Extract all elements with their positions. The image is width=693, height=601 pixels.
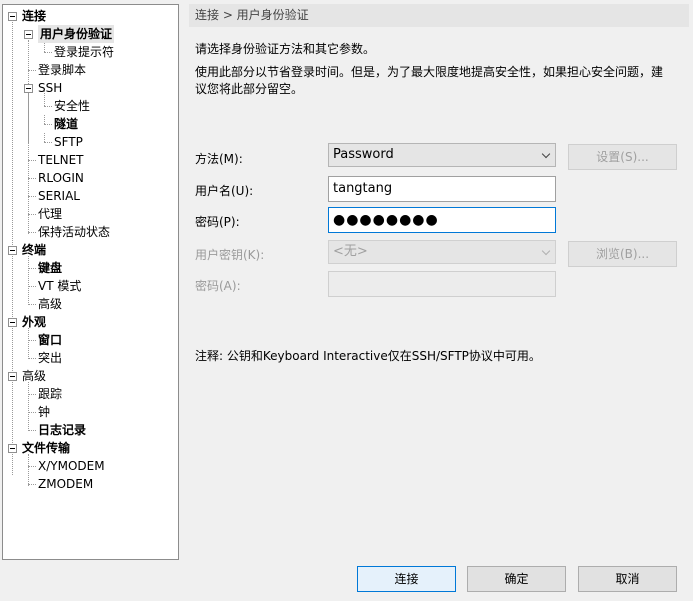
username-label: 用户名(U): xyxy=(195,184,254,198)
method-label: 方法(M): xyxy=(195,152,243,166)
breadcrumb: 连接 > 用户身份验证 xyxy=(189,4,689,27)
passphrase-label: 密码(A): xyxy=(195,279,241,293)
collapse-icon[interactable] xyxy=(24,84,33,93)
tree-item-label: 终端 xyxy=(22,243,47,257)
tree-item-label: SSH xyxy=(38,81,63,95)
tree-item-label: SFTP xyxy=(54,135,83,149)
collapse-icon[interactable] xyxy=(8,444,17,453)
tree-item-label: 高级 xyxy=(38,297,63,311)
tree-item-label: 外观 xyxy=(22,315,47,329)
tree-item-label: 登录脚本 xyxy=(38,63,87,77)
tree-item-label: SERIAL xyxy=(38,189,80,203)
tree-line xyxy=(28,382,29,431)
tree-line xyxy=(28,454,29,486)
collapse-icon[interactable] xyxy=(24,30,33,39)
tree-item-label: 键盘 xyxy=(38,261,63,275)
note-text: 注释: 公钥和Keyboard Interactive仅在SSH/SFTP协议中… xyxy=(195,349,541,363)
tree-item-label: 代理 xyxy=(38,207,63,221)
userkey-label: 用户密钥(K): xyxy=(195,248,265,262)
browse-button[interactable]: 浏览(B)... xyxy=(568,241,677,267)
username-field[interactable]: tangtang xyxy=(328,176,556,202)
description-line-1: 请选择身份验证方法和其它参数。 xyxy=(195,42,376,56)
chevron-down-icon xyxy=(541,149,551,159)
ok-button[interactable]: 确定 xyxy=(467,566,566,592)
tree-item-label: 连接 xyxy=(22,9,47,23)
tree-item-label: 隧道 xyxy=(54,117,79,131)
collapse-icon[interactable] xyxy=(8,318,17,327)
tree-item-label: ZMODEM xyxy=(38,477,94,491)
description-line-3: 议您将此部分留空。 xyxy=(195,82,304,96)
method-value: Password xyxy=(333,147,394,162)
tree-item-label: 保持活动状态 xyxy=(38,225,111,239)
tree-item-label: RLOGIN xyxy=(38,171,84,185)
tree-item-label: 窗口 xyxy=(38,333,63,347)
tree-item-label: VT 模式 xyxy=(38,279,82,293)
password-field[interactable]: ●●●●●●●● xyxy=(328,207,556,233)
tree-item-label: 高级 xyxy=(22,369,47,383)
tree-item-label: 安全性 xyxy=(54,99,91,113)
tree-line xyxy=(28,256,29,305)
tree-item-label: 日志记录 xyxy=(38,423,87,437)
collapse-icon[interactable] xyxy=(8,246,17,255)
settings-button[interactable]: 设置(S)... xyxy=(568,144,677,170)
tree-line xyxy=(28,328,29,359)
collapse-icon[interactable] xyxy=(8,372,17,381)
connect-button[interactable]: 连接 xyxy=(357,566,456,592)
userkey-select[interactable]: <无> xyxy=(328,240,556,264)
tree-item-label: X/YMODEM xyxy=(38,459,105,473)
chevron-down-icon xyxy=(541,246,551,256)
description-line-2: 使用此部分以节省登录时间。但是，为了最大限度地提高安全性，如果担心安全问题，建 xyxy=(195,65,664,79)
category-tree[interactable]: 连接 用户身份验证 登录提示符 登录脚本 SSH 安全性 隧道 SFTP TEL… xyxy=(2,4,179,560)
tree-item-label: 跟踪 xyxy=(38,387,63,401)
tree-item-label: 登录提示符 xyxy=(54,45,115,59)
tree-item-label: TELNET xyxy=(38,153,84,167)
userkey-value: <无> xyxy=(333,244,368,259)
collapse-icon[interactable] xyxy=(8,12,17,21)
tree-item-label: 文件传输 xyxy=(22,441,71,455)
cancel-button[interactable]: 取消 xyxy=(578,566,677,592)
method-select[interactable]: Password xyxy=(328,143,556,167)
tree-item-label: 用户身份验证 xyxy=(38,25,115,43)
passphrase-field[interactable] xyxy=(328,271,556,297)
tree-item-label: 突出 xyxy=(38,351,63,365)
tree-item-label: 钟 xyxy=(38,405,51,419)
password-label: 密码(P): xyxy=(195,215,240,229)
